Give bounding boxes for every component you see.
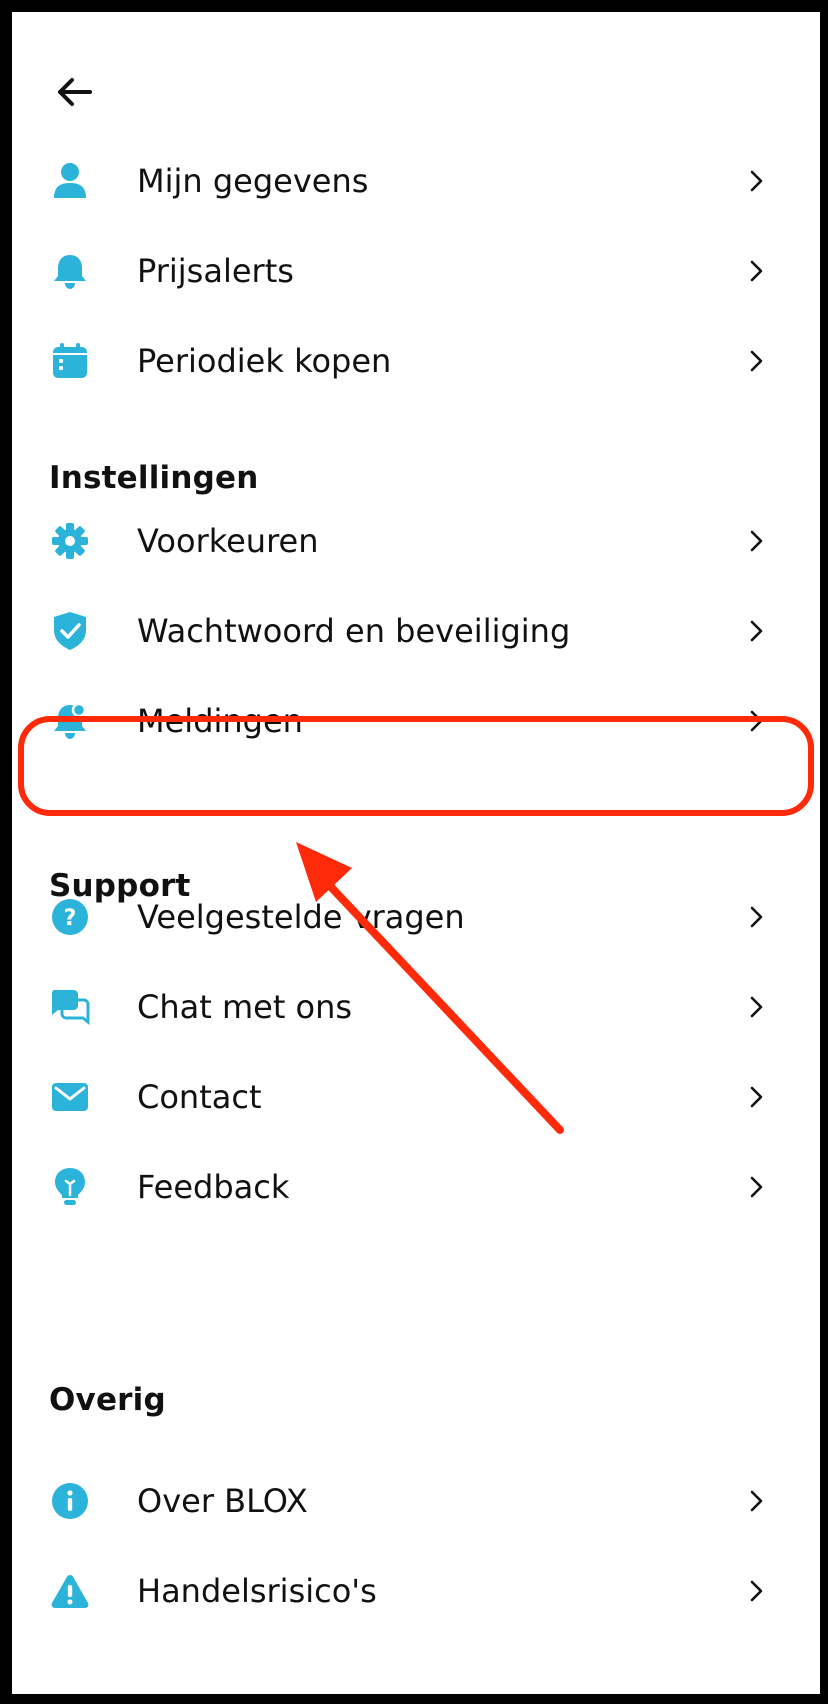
- menu-item-over-blox[interactable]: Over BLOX: [12, 1456, 820, 1546]
- menu-item-label: Handelsrisico's: [137, 1572, 377, 1610]
- bell-icon: [50, 251, 90, 291]
- menu-item-contact[interactable]: Contact: [12, 1052, 820, 1142]
- chevron-right-icon: [750, 350, 763, 372]
- menu-item-label: Over BLOX: [137, 1482, 308, 1520]
- menu-item-meldingen[interactable]: Meldingen: [12, 676, 820, 766]
- section-title-instellingen: Instellingen: [49, 460, 259, 496]
- notification-bell-icon: [50, 701, 90, 741]
- chevron-right-icon: [750, 170, 763, 192]
- menu-item-label: Chat met ons: [137, 988, 353, 1026]
- menu-item-periodiek-kopen[interactable]: Periodiek kopen: [12, 316, 820, 406]
- menu-item-chat-met-ons[interactable]: Chat met ons: [12, 962, 820, 1052]
- warning-triangle-icon: [50, 1571, 90, 1611]
- menu-item-label: Mijn gegevens: [137, 162, 369, 200]
- chevron-right-icon: [750, 1580, 763, 1602]
- lightbulb-icon: [50, 1167, 90, 1207]
- chevron-right-icon: [750, 620, 763, 642]
- chevron-right-icon: [750, 1086, 763, 1108]
- chevron-right-icon: [750, 530, 763, 552]
- section-title-overig: Overig: [49, 1382, 166, 1418]
- menu-item-label: Meldingen: [137, 702, 303, 740]
- menu-item-voorkeuren[interactable]: Voorkeuren: [12, 496, 820, 586]
- chevron-right-icon: [750, 996, 763, 1018]
- menu-item-feedback[interactable]: Feedback: [12, 1142, 820, 1232]
- chevron-right-icon: [750, 906, 763, 928]
- chevron-right-icon: [750, 710, 763, 732]
- svg-text:?: ?: [64, 906, 77, 931]
- menu-item-label: Wachtwoord en beveiliging: [137, 612, 571, 650]
- person-icon: [50, 161, 90, 201]
- menu-item-label: Veelgestelde vragen: [137, 898, 465, 936]
- info-circle-icon: [50, 1481, 90, 1521]
- back-button[interactable]: [52, 70, 96, 114]
- menu-item-label: Prijsalerts: [137, 252, 294, 290]
- menu-item-wachtwoord-en-beveiliging[interactable]: Wachtwoord en beveiliging: [12, 586, 820, 676]
- shield-check-icon: [50, 611, 90, 651]
- question-circle-icon: ?: [50, 897, 90, 937]
- envelope-icon: [50, 1077, 90, 1117]
- chevron-right-icon: [750, 1176, 763, 1198]
- chat-bubbles-icon: [50, 987, 90, 1027]
- menu-item-prijsalerts[interactable]: Prijsalerts: [12, 226, 820, 316]
- menu-item-veelgestelde-vragen[interactable]: ? Veelgestelde vragen: [12, 872, 820, 962]
- chevron-right-icon: [750, 260, 763, 282]
- gear-icon: [50, 521, 90, 561]
- menu-item-label: Voorkeuren: [137, 522, 319, 560]
- menu-item-mijn-gegevens[interactable]: Mijn gegevens: [12, 136, 820, 226]
- menu-item-label: Feedback: [137, 1168, 290, 1206]
- menu-item-handelsrisicos[interactable]: Handelsrisico's: [12, 1546, 820, 1636]
- menu-item-label: Periodiek kopen: [137, 342, 392, 380]
- menu-item-label: Contact: [137, 1078, 262, 1116]
- arrow-left-icon: [58, 78, 92, 106]
- chevron-right-icon: [750, 1490, 763, 1512]
- screen: Mijn gegevens Prijsalerts Periodiek kope…: [12, 12, 820, 1694]
- calendar-icon: [50, 341, 90, 381]
